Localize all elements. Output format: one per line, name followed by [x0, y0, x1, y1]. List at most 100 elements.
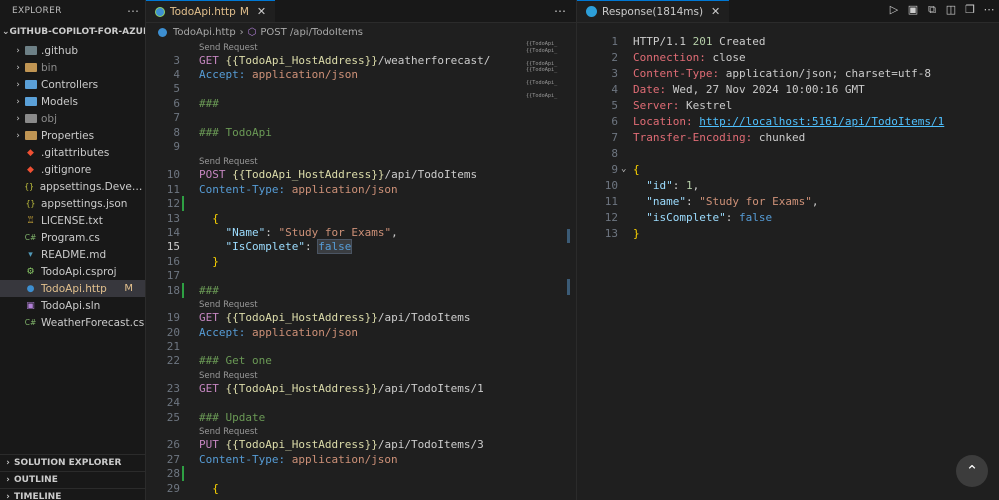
code-line: ###	[199, 284, 219, 297]
tree-item[interactable]: ▾ README.md	[0, 246, 145, 263]
line-number: 5	[611, 99, 618, 112]
tree-item[interactable]: › Controllers	[0, 76, 145, 93]
line-number: 21	[166, 340, 180, 353]
response-viewer[interactable]: 1 2 3 4 5 6 7 8 9 10 11 12 13 ⌄ HTTP/1.1…	[591, 31, 991, 490]
response-header: Server: Kestrel	[633, 99, 732, 112]
scrollbar[interactable]	[567, 41, 571, 500]
tree-item[interactable]: › Properties	[0, 127, 145, 144]
code-line: Content-Type: application/json	[199, 183, 398, 196]
tree-item-label: Models	[41, 95, 78, 108]
tree-item[interactable]: ◆ .gitattributes	[0, 144, 145, 161]
json-key: "name"	[646, 195, 686, 208]
json-line: "id": 1,	[646, 179, 700, 192]
minimap[interactable]: {{TodoApi_ {{TodoApi_ {{TodoApi_ {{TodoA…	[526, 41, 570, 111]
tree-item[interactable]: › .github	[0, 42, 145, 59]
header-name: Content-Type:	[199, 183, 286, 196]
workspace-root[interactable]: ⌄ GITHUB-COPILOT-FOR-AZURE-...	[0, 22, 145, 42]
code-line: GET {{TodoApi_HostAddress}}/api/TodoItem…	[199, 382, 484, 395]
header-value: Wed, 27 Nov 2024 10:00:16 GMT	[672, 83, 865, 96]
symbol-icon: ⬡	[247, 26, 257, 38]
chevron-right-icon: ›	[16, 130, 20, 141]
line-number: 10	[166, 168, 180, 181]
variable: {{TodoApi_HostAddress}}	[225, 54, 378, 67]
tree-item[interactable]: ▣ TodoApi.sln	[0, 297, 145, 314]
tree-item-label: .gitignore	[41, 163, 92, 176]
save-icon[interactable]: ▣	[907, 3, 919, 17]
tree-item[interactable]: {} appsettings.Develop...	[0, 178, 145, 195]
tree-item[interactable]: › Models	[0, 93, 145, 110]
tab-label: TodoApi.http	[170, 5, 236, 18]
copy-icon[interactable]: ❐	[964, 3, 976, 17]
header-name: Content-Type:	[199, 453, 286, 466]
csharp-icon: C#	[24, 318, 37, 327]
header-name: Connection:	[633, 51, 706, 64]
tree-item[interactable]: › obj	[0, 110, 145, 127]
folder-icon	[24, 80, 37, 89]
more-actions-icon[interactable]: ⋯	[127, 4, 139, 18]
close-icon[interactable]: ✕	[257, 5, 266, 18]
timeline-section[interactable]: › TIMELINE	[0, 488, 145, 500]
properties-folder-icon	[24, 129, 37, 142]
tab-todoapi-http[interactable]: TodoApi.http M ✕	[146, 0, 276, 22]
folder-icon	[24, 114, 37, 123]
tree-item[interactable]: › bin	[0, 59, 145, 76]
response-header: Content-Type: application/json; charset=…	[633, 67, 931, 80]
code-editor[interactable]: 3 4 5 6 7 8 9 10 11 12 13 14 15 16 17 18…	[146, 41, 566, 500]
send-request-codelens[interactable]: Send Request	[199, 427, 258, 437]
solution-explorer-section[interactable]: › SOLUTION EXPLORER	[0, 454, 145, 471]
tree-item[interactable]: ◆ .gitignore	[0, 161, 145, 178]
chevron-right-icon: ›	[6, 475, 10, 485]
more-actions-icon[interactable]: ⋯	[983, 3, 995, 17]
line-number: 28	[166, 467, 180, 480]
section-label: TIMELINE	[14, 492, 62, 500]
send-request-codelens[interactable]: Send Request	[199, 43, 258, 53]
location-link[interactable]: http://localhost:5161/api/TodoItems/1	[699, 115, 944, 128]
json-icon: {}	[24, 182, 34, 191]
send-request-codelens[interactable]: Send Request	[199, 300, 258, 310]
section-label: OUTLINE	[14, 475, 58, 485]
editor-tab-bar: TodoApi.http M ✕ ⋯	[146, 0, 576, 23]
tree-item[interactable]: ⚙ TodoApi.csproj	[0, 263, 145, 280]
tree-item[interactable]: ♖ LICENSE.txt	[0, 212, 145, 229]
tree-item[interactable]: {} appsettings.json	[0, 195, 145, 212]
scroll-to-top-button[interactable]: ⌃	[956, 455, 988, 487]
code-line: Content-Type: application/json	[199, 453, 398, 466]
fold-chevron-icon[interactable]: ⌄	[621, 164, 626, 174]
controllers-folder-icon	[24, 78, 37, 91]
send-request-codelens[interactable]: Send Request	[199, 371, 258, 381]
markdown-icon: ▾	[28, 249, 33, 260]
http-method: GET	[199, 382, 219, 395]
save-body-icon[interactable]: ⧉	[926, 3, 938, 17]
breadcrumb-file[interactable]: TodoApi.http	[173, 27, 236, 38]
breadcrumb: TodoApi.http › ⬡ POST /api/TodoItems	[146, 23, 576, 41]
close-icon[interactable]: ✕	[711, 5, 720, 18]
send-request-codelens[interactable]: Send Request	[199, 157, 258, 167]
json-brace: }	[212, 255, 219, 268]
response-header: Transfer-Encoding: chunked	[633, 131, 805, 144]
run-icon[interactable]: ▷	[888, 3, 900, 17]
tree-item[interactable]: C# WeatherForecast.cs	[0, 314, 145, 331]
line-number: 15	[166, 240, 180, 253]
code-line: {	[199, 482, 219, 495]
line-number: 5	[173, 82, 180, 95]
breadcrumb-symbol[interactable]: POST /api/TodoItems	[260, 27, 363, 38]
split-editor-icon[interactable]: ◫	[945, 3, 957, 17]
code-line: ### Get one	[199, 354, 272, 367]
request-path: /weatherforecast/	[377, 54, 491, 67]
tree-item[interactable]: C# Program.cs	[0, 229, 145, 246]
line-number: 8	[173, 126, 180, 139]
tree-item-label: appsettings.Develop...	[39, 180, 145, 193]
line-number: 12	[166, 197, 180, 210]
tree-item-label: appsettings.json	[41, 197, 128, 210]
response-header: Connection: close	[633, 51, 746, 64]
line-number: 24	[166, 396, 180, 409]
header-name: Accept:	[199, 68, 246, 81]
header-value: application/json	[251, 68, 358, 81]
more-actions-icon[interactable]: ⋯	[554, 4, 566, 18]
code-line: Accept: application/json	[199, 326, 358, 339]
status-line: HTTP/1.1 201 Created	[633, 35, 765, 48]
tab-response[interactable]: Response(1814ms) ✕	[577, 0, 730, 22]
tree-item[interactable]: ● TodoApi.http M	[0, 280, 145, 297]
outline-section[interactable]: › OUTLINE	[0, 471, 145, 488]
folder-icon	[24, 131, 37, 140]
